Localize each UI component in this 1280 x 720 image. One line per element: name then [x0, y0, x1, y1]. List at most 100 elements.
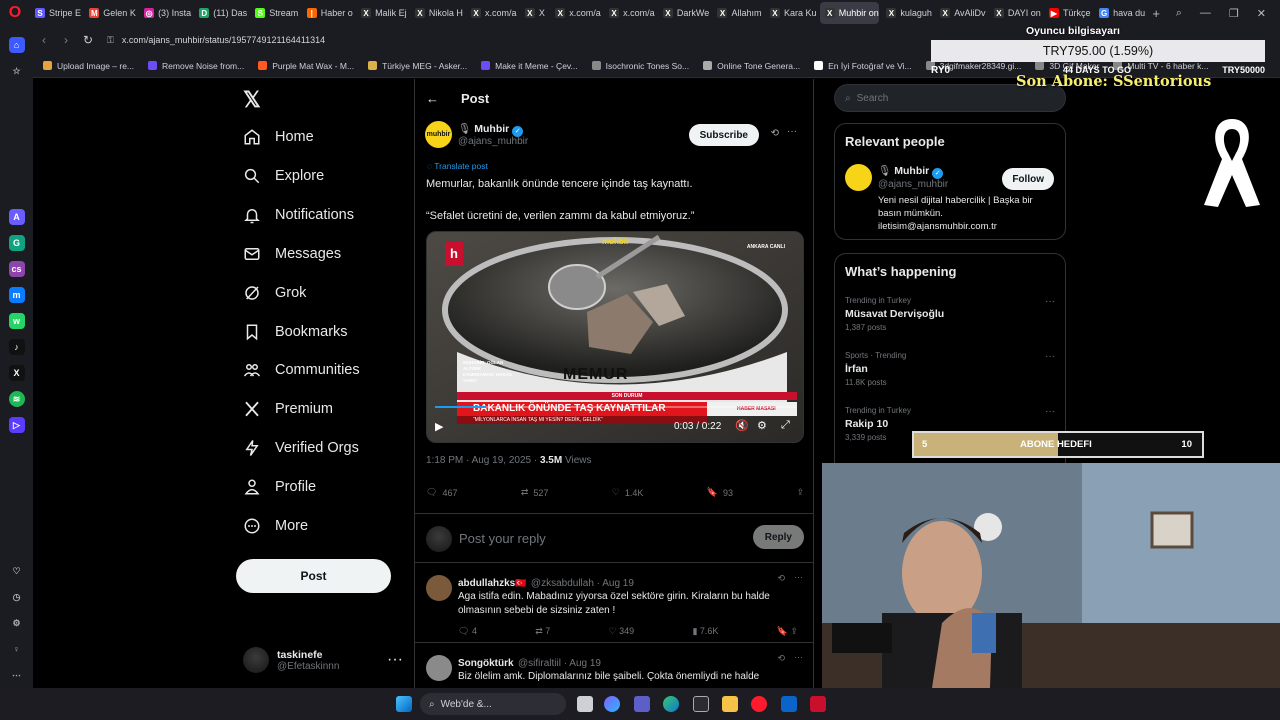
close-window-icon[interactable]: ✕: [1257, 7, 1266, 20]
nav-profile[interactable]: Profile: [243, 478, 316, 496]
reply-author-handle[interactable]: @sifiraltiil · Aug 19: [518, 658, 601, 669]
app-taskbar-icon[interactable]: [810, 696, 826, 712]
bulb-icon[interactable]: ♀: [9, 641, 25, 657]
browser-tab[interactable]: Xx.com/a: [604, 2, 656, 24]
settings-sidebar-icon[interactable]: ⚙: [9, 615, 25, 631]
reply-author-name[interactable]: abdullahzks: [458, 578, 515, 589]
browser-tab[interactable]: X Kara Ku: [765, 2, 818, 24]
browser-tab[interactable]: X Muhbir on: [819, 2, 880, 24]
search-tabs-icon[interactable]: ⌕: [1176, 7, 1182, 20]
nav-messages[interactable]: Messages: [243, 245, 341, 263]
reply-more-icon[interactable]: ···: [794, 572, 803, 582]
opera-taskbar-icon[interactable]: [751, 696, 767, 712]
browser-tab[interactable]: X Nikola H: [410, 2, 464, 24]
post-more-icon[interactable]: ···: [787, 126, 797, 137]
play-icon[interactable]: ▶: [435, 420, 443, 433]
reply-comment-action[interactable]: 🗨 4: [458, 626, 477, 637]
browser-tab[interactable]: | Haber o: [302, 2, 354, 24]
back-arrow-icon[interactable]: ←: [426, 91, 439, 106]
task-view-icon[interactable]: [577, 696, 593, 712]
account-more-icon[interactable]: ···: [387, 651, 403, 669]
edge-icon[interactable]: [663, 696, 679, 712]
bookmark-item[interactable]: Remove Noise from...: [148, 61, 244, 71]
store-icon[interactable]: [693, 696, 709, 712]
reload-icon[interactable]: ↻: [77, 33, 99, 47]
like-action[interactable]: ♡ 1.4K: [612, 487, 644, 498]
reply-grok-icon[interactable]: ⟲: [777, 573, 785, 584]
nav-notifications[interactable]: Notifications: [243, 206, 354, 224]
grok-explain-icon[interactable]: ⟲: [771, 128, 779, 139]
whatsapp-icon[interactable]: w: [8, 313, 25, 329]
explorer-icon[interactable]: [722, 696, 738, 712]
windows-start-icon[interactable]: [396, 696, 412, 712]
nav-communities[interactable]: Communities: [243, 361, 360, 379]
heart-sidebar-icon[interactable]: ♡: [9, 563, 25, 579]
nav-explore[interactable]: Explore: [243, 167, 324, 185]
trend-more-icon[interactable]: ···: [1045, 406, 1055, 417]
author-name[interactable]: Muhbir: [474, 123, 509, 135]
browser-tab[interactable]: M Gelen K: [84, 2, 137, 24]
browser-tab[interactable]: ▶ Türkçe: [1044, 2, 1092, 24]
browser-tab[interactable]: X DAYI on: [989, 2, 1042, 24]
video-settings-icon[interactable]: ⚙: [757, 419, 767, 432]
cs-icon[interactable]: cs: [8, 261, 25, 277]
post-time[interactable]: 1:18 PM · Aug 19, 2025 ·: [426, 455, 540, 466]
reply-author-name[interactable]: Songöktürk: [458, 658, 514, 669]
messenger-icon[interactable]: m: [8, 287, 25, 303]
star-sidebar-icon[interactable]: ☆: [9, 63, 25, 79]
chatgpt-icon[interactable]: G: [8, 235, 25, 251]
account-switcher[interactable]: taskinefe @Efetaskinnn ···: [243, 642, 403, 678]
reply-views-action[interactable]: ▮ 7.6K: [692, 626, 718, 637]
nav-bookmarks[interactable]: Bookmarks: [243, 323, 348, 341]
bookmark-item[interactable]: Online Tone Genera...: [703, 61, 800, 71]
reply-author-handle[interactable]: @zksabdullah · Aug 19: [531, 578, 634, 589]
maximize-icon[interactable]: ❐: [1229, 7, 1239, 20]
nav-verified-orgs[interactable]: Verified Orgs: [243, 439, 359, 457]
translate-post-link[interactable]: ◌ Translate post: [427, 161, 488, 171]
browser-tab[interactable]: X Malik Ej: [356, 2, 408, 24]
browser-tab[interactable]: Ghava du: [1094, 2, 1146, 24]
post-button[interactable]: Post: [236, 559, 391, 593]
outlook-icon[interactable]: [781, 696, 797, 712]
reply-input[interactable]: Post your reply: [459, 531, 546, 546]
reply-button[interactable]: Reply: [752, 525, 804, 549]
nav-premium[interactable]: Premium: [243, 400, 333, 418]
x-logo-icon[interactable]: 𝕏: [243, 87, 261, 113]
fullscreen-icon[interactable]: ⤢: [781, 419, 790, 432]
bookmark-item[interactable]: Türkiye MEG - Asker...: [368, 61, 467, 71]
spotify-icon[interactable]: ≋: [8, 391, 25, 407]
bookmark-item[interactable]: Upload Image – re...: [43, 61, 134, 71]
mute-icon[interactable]: 🔇: [735, 419, 749, 432]
trend-item[interactable]: Trending in Turkey Müsavat Dervişoğlu 1,38…: [845, 296, 1055, 332]
opera-logo-icon[interactable]: O: [0, 0, 30, 26]
reply-avatar[interactable]: [426, 575, 452, 601]
subscribe-button[interactable]: Subscribe: [688, 124, 759, 146]
follow-button[interactable]: Follow: [1002, 168, 1054, 190]
reply-avatar[interactable]: [426, 655, 452, 681]
site-info-icon[interactable]: ⚿: [107, 35, 114, 46]
bookmark-item[interactable]: En İyi Fotoğraf ve Vi...: [814, 61, 912, 71]
reply-item[interactable]: Songöktürk @sifiraltiil · Aug 19 ⟲ ··· B…: [415, 643, 813, 688]
video-progress-bar[interactable]: [435, 406, 797, 408]
reply-more-icon[interactable]: ···: [794, 652, 803, 662]
relevant-avatar[interactable]: [845, 164, 872, 191]
reply-repost-action[interactable]: ⇄ 7: [535, 626, 550, 637]
reply-like-action[interactable]: ♡ 349: [609, 626, 635, 637]
bookmark-action[interactable]: 🔖 93: [707, 487, 733, 498]
browser-tab[interactable]: X DarkWe: [658, 2, 711, 24]
reply-action[interactable]: 🗨 467: [426, 487, 457, 498]
home-sidebar-icon[interactable]: ⌂: [8, 37, 25, 53]
browser-tab[interactable]: Xkulaguh: [881, 2, 933, 24]
back-icon[interactable]: ‹: [33, 33, 55, 47]
browser-tab[interactable]: XX: [520, 2, 548, 24]
browser-tab[interactable]: ◎ (3) Insta: [139, 2, 192, 24]
bookmark-item[interactable]: Purple Mat Wax - M...: [258, 61, 354, 71]
trend-item[interactable]: Sports · Trending İrfan 11.8K posts ···: [845, 351, 1055, 387]
more-sidebar-icon[interactable]: ⋯: [9, 667, 25, 683]
aria-icon[interactable]: A: [8, 209, 25, 225]
bookmark-item[interactable]: Isochronic Tones So...: [591, 61, 689, 71]
copilot-icon[interactable]: [604, 696, 620, 712]
bookmark-item[interactable]: Make it Meme - Çev...: [481, 61, 578, 71]
video-player[interactable]: h muhbir ANKARA CANLI MUHABİR: OĞLAN ALT…: [426, 231, 804, 443]
reply-item[interactable]: abdullahzks🇹🇷 @zksabdullah · Aug 19 ⟲ ··…: [415, 563, 813, 643]
